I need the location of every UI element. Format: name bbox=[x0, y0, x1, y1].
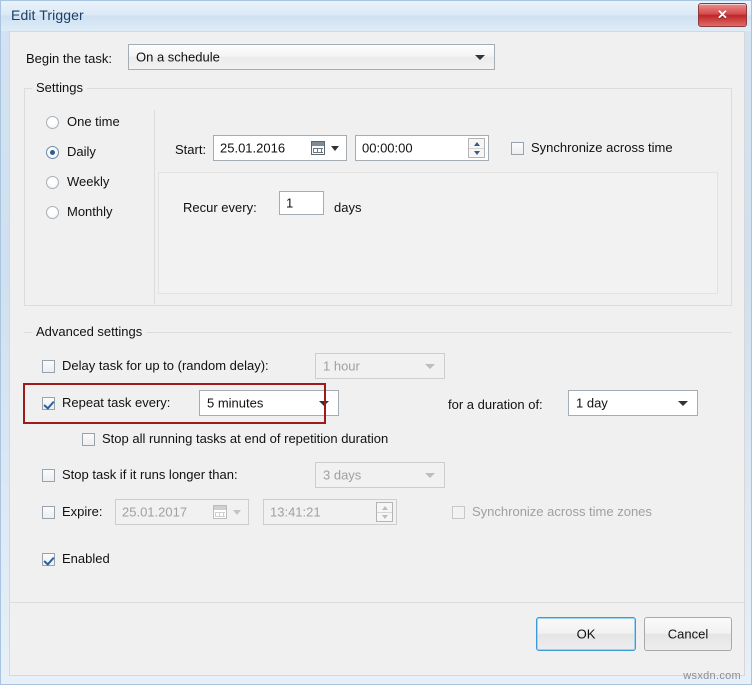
settings-group-title: Settings bbox=[32, 80, 87, 95]
stop-task-label: Stop task if it runs longer than: bbox=[62, 467, 238, 482]
title-bar: Edit Trigger ✕ bbox=[1, 1, 751, 31]
ok-button-label: OK bbox=[537, 627, 635, 642]
expire-date-input[interactable]: 25.01.2017 bbox=[115, 499, 249, 525]
chevron-down-icon bbox=[475, 55, 485, 60]
chevron-down-icon bbox=[425, 364, 435, 369]
dialog-client-area: Begin the task: On a schedule Settings O… bbox=[9, 31, 745, 676]
checkbox-indicator bbox=[452, 506, 465, 519]
radio-weekly-label: Weekly bbox=[67, 174, 109, 189]
ok-button[interactable]: OK bbox=[536, 617, 636, 651]
checkbox-indicator bbox=[42, 506, 55, 519]
start-date-value: 25.01.2016 bbox=[220, 141, 285, 156]
chevron-down-icon[interactable] bbox=[233, 510, 241, 515]
begin-task-combo[interactable]: On a schedule bbox=[128, 44, 495, 70]
chevron-down-icon[interactable] bbox=[331, 146, 339, 151]
checkbox-indicator bbox=[42, 397, 55, 410]
settings-group: Settings One time Daily Weekly Monthly bbox=[24, 80, 732, 306]
radio-indicator bbox=[46, 116, 59, 129]
recur-every-label: Recur every: bbox=[183, 200, 257, 215]
expire-time-spinner[interactable] bbox=[376, 502, 393, 522]
duration-value: 1 day bbox=[576, 396, 608, 411]
checkbox-indicator bbox=[42, 360, 55, 373]
spinner-down-icon[interactable] bbox=[469, 148, 484, 157]
checkbox-indicator bbox=[511, 142, 524, 155]
recur-every-value: 1 bbox=[286, 196, 293, 211]
start-date-input[interactable]: 25.01.2016 bbox=[213, 135, 347, 161]
repeat-interval-combo[interactable]: 5 minutes bbox=[199, 390, 339, 416]
start-label: Start: bbox=[175, 142, 206, 157]
expire-date-value: 25.01.2017 bbox=[122, 505, 187, 520]
stop-task-duration-value: 3 days bbox=[323, 468, 361, 483]
repeat-interval-value: 5 minutes bbox=[207, 396, 263, 411]
recur-every-input[interactable]: 1 bbox=[279, 191, 324, 215]
begin-task-label: Begin the task: bbox=[26, 51, 112, 66]
window-title: Edit Trigger bbox=[11, 7, 84, 23]
close-icon: ✕ bbox=[699, 4, 746, 26]
start-time-value: 00:00:00 bbox=[362, 141, 413, 156]
expire-time-value: 13:41:21 bbox=[270, 505, 321, 520]
radio-monthly-label: Monthly bbox=[67, 204, 113, 219]
chevron-down-icon bbox=[678, 401, 688, 406]
duration-label: for a duration of: bbox=[448, 397, 543, 412]
calendar-icon[interactable] bbox=[213, 505, 227, 519]
radio-one-time-label: One time bbox=[67, 114, 120, 129]
duration-combo[interactable]: 1 day bbox=[568, 390, 698, 416]
delay-task-label: Delay task for up to (random delay): bbox=[62, 358, 269, 373]
chevron-down-icon bbox=[425, 473, 435, 478]
radio-daily-label: Daily bbox=[67, 144, 96, 159]
stop-all-running-label: Stop all running tasks at end of repetit… bbox=[102, 431, 388, 446]
enabled-label: Enabled bbox=[62, 551, 110, 566]
start-time-input[interactable]: 00:00:00 bbox=[355, 135, 489, 161]
watermark: wsxdn.com bbox=[683, 670, 741, 682]
sync-across-time-label: Synchronize across time bbox=[531, 140, 673, 155]
checkbox-indicator bbox=[42, 553, 55, 566]
checkbox-indicator bbox=[82, 433, 95, 446]
expire-time-input[interactable]: 13:41:21 bbox=[263, 499, 397, 525]
cancel-button[interactable]: Cancel bbox=[644, 617, 732, 651]
begin-task-value: On a schedule bbox=[136, 50, 220, 65]
radio-indicator bbox=[46, 176, 59, 189]
settings-separator bbox=[154, 110, 155, 304]
close-button[interactable]: ✕ bbox=[698, 3, 747, 27]
advanced-group-title: Advanced settings bbox=[32, 324, 146, 339]
delay-duration-value: 1 hour bbox=[323, 359, 360, 374]
cancel-button-label: Cancel bbox=[645, 627, 731, 642]
edit-trigger-dialog: Edit Trigger ✕ Begin the task: On a sche… bbox=[0, 0, 752, 685]
start-time-spinner[interactable] bbox=[468, 138, 485, 158]
checkbox-indicator bbox=[42, 469, 55, 482]
expire-sync-label: Synchronize across time zones bbox=[472, 504, 652, 519]
radio-indicator bbox=[46, 206, 59, 219]
radio-indicator bbox=[46, 146, 59, 159]
footer-separator bbox=[10, 602, 744, 603]
expire-label: Expire: bbox=[62, 504, 102, 519]
stop-task-duration-combo[interactable]: 3 days bbox=[315, 462, 445, 488]
spinner-down-icon[interactable] bbox=[377, 512, 392, 521]
delay-duration-combo[interactable]: 1 hour bbox=[315, 353, 445, 379]
chevron-down-icon bbox=[319, 401, 329, 406]
recurrence-panel: Recur every: 1 days bbox=[158, 172, 718, 294]
calendar-icon[interactable] bbox=[311, 141, 325, 155]
repeat-task-label: Repeat task every: bbox=[62, 395, 170, 410]
advanced-settings-group: Advanced settings Delay task for up to (… bbox=[24, 324, 732, 578]
recur-every-unit: days bbox=[334, 200, 361, 215]
